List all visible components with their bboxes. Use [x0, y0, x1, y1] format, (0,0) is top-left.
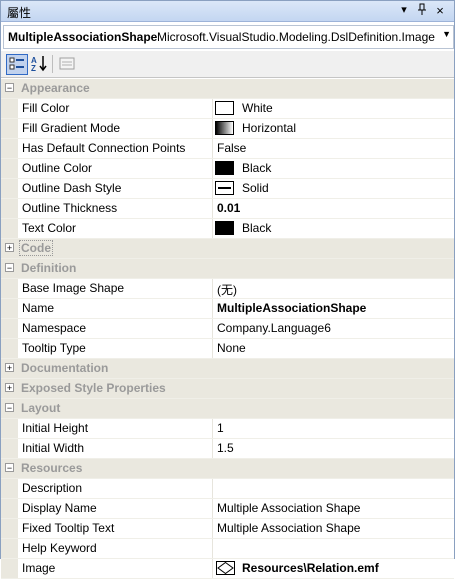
- selected-object-name: MultipleAssociationShape: [8, 30, 158, 44]
- color-swatch-white: [215, 101, 234, 115]
- property-name: Help Keyword: [22, 541, 97, 555]
- property-row-fill-gradient-mode[interactable]: Fill Gradient Mode Horizontal: [1, 119, 454, 139]
- collapse-icon[interactable]: −: [5, 83, 14, 93]
- properties-window: 屬性 ▾ × MultipleAssociationShape Microsof…: [0, 0, 455, 579]
- property-value[interactable]: Multiple Association Shape: [217, 501, 360, 515]
- property-value[interactable]: Company.Language6: [217, 321, 331, 335]
- expand-icon[interactable]: +: [5, 363, 14, 373]
- categorized-icon[interactable]: [6, 54, 28, 75]
- property-name: Image: [22, 561, 56, 575]
- property-row-fixed-tooltip-text[interactable]: Fixed Tooltip Text Multiple Association …: [1, 519, 454, 539]
- property-row-outline-thickness[interactable]: Outline Thickness 0.01: [1, 199, 454, 219]
- color-swatch-black: [215, 221, 234, 235]
- object-selector-dropdown[interactable]: MultipleAssociationShape Microsoft.Visua…: [3, 25, 454, 49]
- category-label: Code: [19, 240, 53, 256]
- category-code[interactable]: + Code: [1, 239, 454, 259]
- property-name: Outline Color: [22, 161, 93, 175]
- diamond-shape-icon: [216, 561, 235, 575]
- property-value[interactable]: Resources\Relation.emf: [242, 561, 379, 575]
- property-name: Fill Color: [22, 101, 70, 115]
- property-row-has-default-connection-points[interactable]: Has Default Connection Points False: [1, 139, 454, 159]
- category-resources[interactable]: − Resources: [1, 459, 454, 479]
- property-value[interactable]: Solid: [242, 181, 269, 195]
- category-appearance[interactable]: − Appearance: [1, 79, 454, 99]
- category-label: Exposed Style Properties: [21, 381, 166, 395]
- property-name: Fixed Tooltip Text: [22, 521, 115, 535]
- property-value[interactable]: None: [217, 341, 246, 355]
- property-grid: − Appearance Fill Color White Fill Gradi…: [1, 79, 454, 579]
- property-name: Fill Gradient Mode: [22, 121, 121, 135]
- window-position-dropdown-icon[interactable]: ▾: [397, 3, 411, 18]
- collapse-icon[interactable]: −: [5, 263, 14, 273]
- property-pages-icon[interactable]: [57, 54, 77, 73]
- property-row-tooltip-type[interactable]: Tooltip Type None: [1, 339, 454, 359]
- category-documentation[interactable]: + Documentation: [1, 359, 454, 379]
- property-row-base-image-shape[interactable]: Base Image Shape (无): [1, 279, 454, 299]
- expand-icon[interactable]: +: [5, 243, 14, 253]
- property-row-display-name[interactable]: Display Name Multiple Association Shape: [1, 499, 454, 519]
- property-value[interactable]: White: [242, 101, 273, 115]
- color-swatch-black: [215, 161, 234, 175]
- property-value[interactable]: Black: [242, 161, 271, 175]
- svg-text:Z: Z: [31, 64, 36, 73]
- property-name: Outline Thickness: [22, 201, 118, 215]
- property-name: Namespace: [22, 321, 87, 335]
- gradient-swatch-icon: [215, 121, 234, 135]
- property-row-initial-width[interactable]: Initial Width 1.5: [1, 439, 454, 459]
- property-value[interactable]: Horizontal: [242, 121, 296, 135]
- category-definition[interactable]: − Definition: [1, 259, 454, 279]
- property-value[interactable]: Black: [242, 221, 271, 235]
- chevron-down-icon[interactable]: ▼: [442, 29, 451, 39]
- expand-icon[interactable]: +: [5, 383, 14, 393]
- property-name: Tooltip Type: [22, 341, 86, 355]
- property-name: Outline Dash Style: [22, 181, 122, 195]
- property-row-outline-dash-style[interactable]: Outline Dash Style Solid: [1, 179, 454, 199]
- property-value[interactable]: 1.5: [217, 441, 234, 455]
- property-row-text-color[interactable]: Text Color Black: [1, 219, 454, 239]
- toolbar-separator: [52, 55, 53, 73]
- property-name: Has Default Connection Points: [22, 141, 186, 155]
- category-label: Resources: [21, 461, 83, 475]
- property-row-namespace[interactable]: Namespace Company.Language6: [1, 319, 454, 339]
- property-row-outline-color[interactable]: Outline Color Black: [1, 159, 454, 179]
- property-row-description[interactable]: Description: [1, 479, 454, 499]
- property-name: Text Color: [22, 221, 77, 235]
- property-name: Display Name: [22, 501, 97, 515]
- property-row-help-keyword[interactable]: Help Keyword: [1, 539, 454, 559]
- category-label: Definition: [21, 261, 77, 275]
- category-layout[interactable]: − Layout: [1, 399, 454, 419]
- alphabetical-icon[interactable]: A Z: [30, 54, 50, 73]
- window-title: 屬性: [7, 6, 32, 20]
- collapse-icon[interactable]: −: [5, 403, 14, 413]
- property-name: Initial Height: [22, 421, 89, 435]
- property-value[interactable]: 0.01: [217, 201, 240, 215]
- property-value[interactable]: False: [217, 141, 246, 155]
- property-name: Base Image Shape: [22, 281, 125, 295]
- property-name: Description: [22, 481, 83, 495]
- category-label: Documentation: [21, 361, 109, 375]
- property-row-fill-color[interactable]: Fill Color White: [1, 99, 454, 119]
- collapse-icon[interactable]: −: [5, 463, 14, 473]
- category-label: Appearance: [21, 81, 90, 95]
- selected-object-type: Microsoft.VisualStudio.Modeling.DslDefin…: [157, 30, 435, 44]
- category-label: Layout: [21, 401, 61, 415]
- property-value[interactable]: (无): [217, 281, 237, 298]
- property-row-image[interactable]: Image Resources\Relation.emf: [1, 559, 454, 579]
- property-row-initial-height[interactable]: Initial Height 1: [1, 419, 454, 439]
- property-row-name[interactable]: Name MultipleAssociationShape: [1, 299, 454, 319]
- property-value[interactable]: MultipleAssociationShape: [217, 301, 366, 315]
- category-exposed-style-properties[interactable]: + Exposed Style Properties: [1, 379, 454, 399]
- property-value[interactable]: Multiple Association Shape: [217, 521, 360, 535]
- title-bar: 屬性 ▾ ×: [1, 1, 454, 22]
- property-name: Initial Width: [22, 441, 85, 455]
- auto-hide-pin-icon[interactable]: [415, 3, 429, 18]
- solid-line-icon: [215, 181, 234, 195]
- close-icon[interactable]: ×: [433, 3, 447, 18]
- property-name: Name: [22, 301, 55, 315]
- property-value[interactable]: 1: [217, 421, 224, 435]
- properties-toolbar: A Z: [1, 51, 454, 78]
